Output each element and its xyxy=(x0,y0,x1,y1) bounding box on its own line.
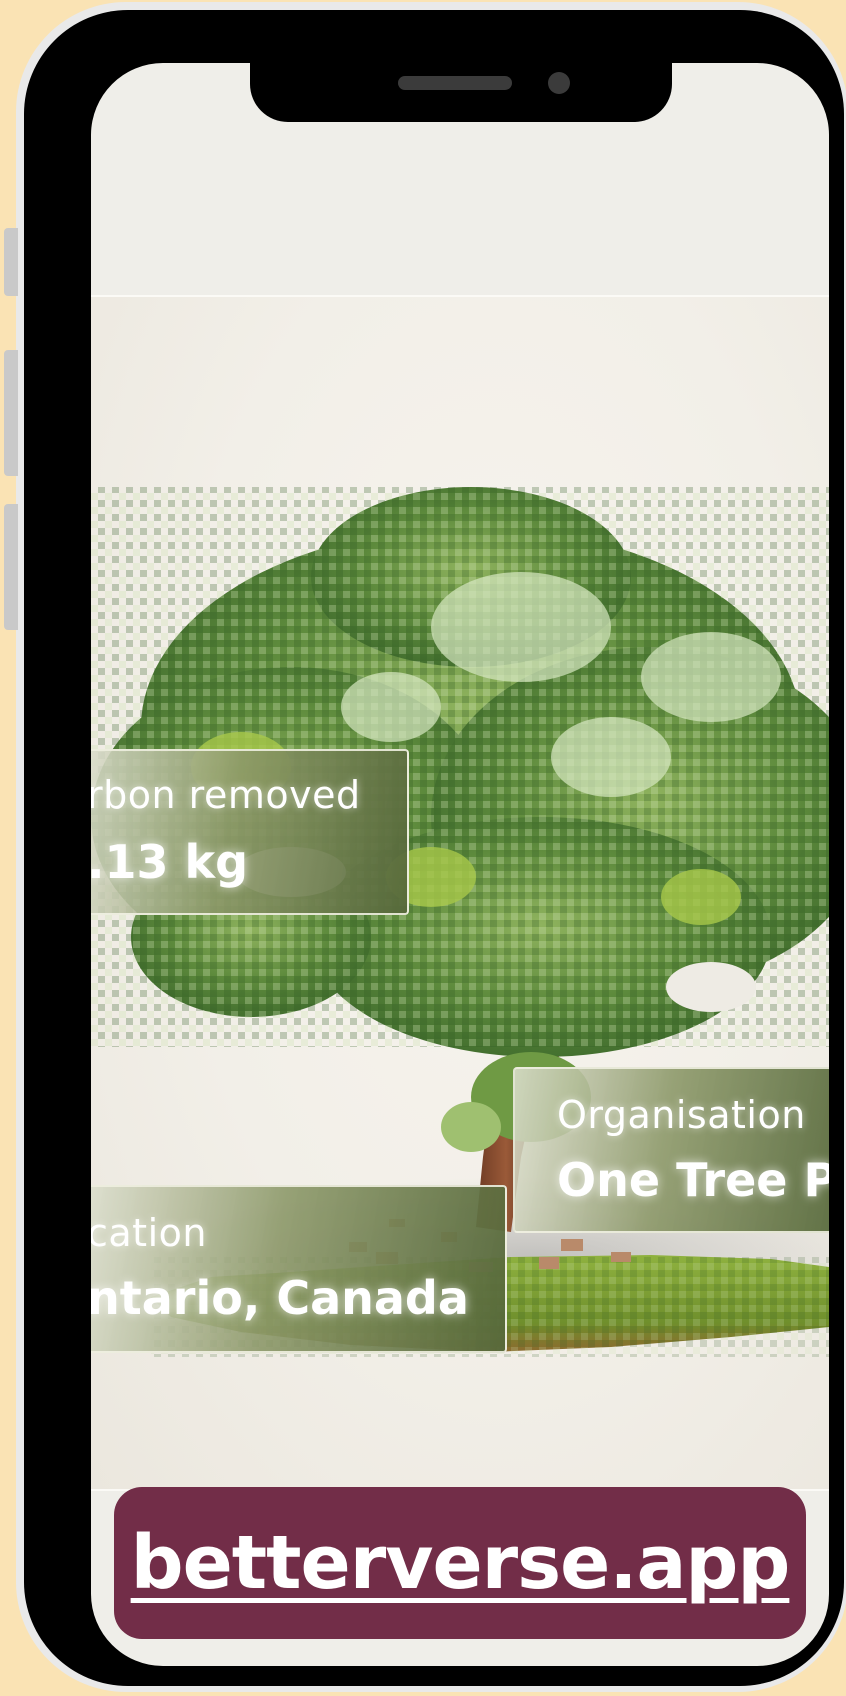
organisation-label: Organisation xyxy=(557,1093,806,1137)
website-link[interactable]: betterverse.app xyxy=(131,1520,791,1606)
website-banner[interactable]: betterverse.app xyxy=(114,1487,806,1639)
carbon-removed-value: .13 kg xyxy=(91,835,249,889)
carbon-removed-label: rbon removed xyxy=(91,773,361,817)
phone-body: rbon removed .13 kg Organisation One Tre… xyxy=(24,10,844,1686)
phone-side-button xyxy=(4,504,18,630)
speaker-grille xyxy=(398,76,512,90)
phone-screen: rbon removed .13 kg Organisation One Tre… xyxy=(91,63,829,1666)
location-card: cation ntario, Canada xyxy=(91,1185,507,1353)
tree-video[interactable]: rbon removed .13 kg Organisation One Tre… xyxy=(91,295,829,1491)
phone-side-button xyxy=(4,350,18,476)
carbon-removed-card: rbon removed .13 kg xyxy=(91,749,409,915)
phone-side-button xyxy=(4,228,18,296)
organisation-card: Organisation One Tree Pl xyxy=(513,1067,829,1233)
organisation-value: One Tree Pl xyxy=(557,1153,829,1207)
location-label: cation xyxy=(91,1211,207,1255)
location-value: ntario, Canada xyxy=(91,1271,469,1325)
front-camera xyxy=(548,72,570,94)
phone-notch xyxy=(250,50,672,122)
